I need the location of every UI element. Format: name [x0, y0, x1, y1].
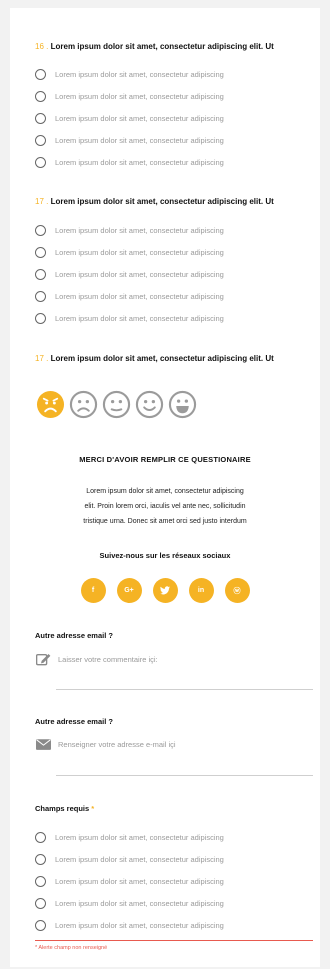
error-message: * Alerte champ non renseigné [35, 945, 108, 951]
twitter-icon[interactable] [152, 578, 178, 603]
question-16-title: 16 . Lorem ipsum dolor sit amet, consect… [35, 42, 274, 51]
radio-option-label: Lorem ipsum dolor sit amet, consectetur … [55, 854, 224, 864]
radio-button[interactable] [35, 268, 46, 280]
comment-field[interactable]: Laisser votre commentaire içi: [36, 652, 158, 666]
required-section-title: Champs requis * [35, 804, 94, 813]
radio-option-label: Lorem ipsum dolor sit amet, consectetur … [55, 157, 224, 167]
radio-button[interactable] [35, 90, 46, 102]
radio-button[interactable] [35, 112, 46, 124]
radio-option[interactable]: Lorem ipsum dolor sit amet, consectetur … [35, 89, 224, 103]
twitter-bird-glyph [160, 586, 170, 595]
radio-button[interactable] [35, 312, 46, 324]
required-marker: * [91, 804, 95, 813]
envelope-icon [36, 739, 51, 750]
edit-icon [36, 653, 51, 666]
radio-option[interactable]: Lorem ipsum dolor sit amet, consectetur … [35, 133, 224, 147]
sad-icon[interactable] [69, 390, 98, 419]
radio-option[interactable]: Lorem ipsum dolor sit amet, consectetur … [35, 111, 224, 125]
radio-option-label: Lorem ipsum dolor sit amet, consectetur … [55, 135, 224, 145]
radio-option-label: Lorem ipsum dolor sit amet, consectetur … [55, 832, 224, 842]
weibo-icon[interactable]: ⓦ [224, 578, 250, 603]
radio-option[interactable]: Lorem ipsum dolor sit amet, consectetur … [35, 852, 224, 866]
radio-option[interactable]: Lorem ipsum dolor sit amet, consectetur … [35, 874, 224, 888]
thanks-line: tristique urna. Donec sit amet orci sed … [83, 518, 247, 525]
radio-option[interactable]: Lorem ipsum dolor sit amet, consectetur … [35, 311, 224, 325]
radio-option-label: Lorem ipsum dolor sit amet, consectetur … [55, 313, 224, 323]
radio-option-label: Lorem ipsum dolor sit amet, consectetur … [55, 91, 224, 101]
radio-button[interactable] [35, 831, 46, 843]
radio-option-label: Lorem ipsum dolor sit amet, consectetur … [55, 269, 224, 279]
error-underline [35, 940, 313, 941]
radio-option[interactable]: Lorem ipsum dolor sit amet, consectetur … [35, 267, 224, 281]
radio-option[interactable]: Lorem ipsum dolor sit amet, consectetur … [35, 223, 224, 237]
linkedin-icon[interactable]: in [188, 578, 214, 603]
radio-option[interactable]: Lorem ipsum dolor sit amet, consectetur … [35, 896, 224, 910]
email-placeholder: Renseigner votre adresse e-mail içi [58, 740, 176, 749]
thanks-paragraph: Lorem ipsum dolor sit amet, consectetur … [10, 484, 320, 529]
very-happy-icon[interactable] [168, 390, 197, 419]
radio-button[interactable] [35, 68, 46, 80]
question-text: Lorem ipsum dolor sit amet, consectetur … [50, 354, 274, 363]
radio-option-label: Lorem ipsum dolor sit amet, consectetur … [55, 69, 224, 79]
radio-option-label: Lorem ipsum dolor sit amet, consectetur … [55, 225, 224, 235]
radio-option-label: Lorem ipsum dolor sit amet, consectetur … [55, 291, 224, 301]
question-17-rating-title: 17 . Lorem ipsum dolor sit amet, consect… [35, 354, 274, 363]
very-unhappy-icon[interactable] [36, 390, 65, 419]
social-links: f G+ in ⓦ [10, 578, 320, 603]
radio-button[interactable] [35, 246, 46, 258]
radio-option[interactable]: Lorem ipsum dolor sit amet, consectetur … [35, 67, 224, 81]
question-number-separator: . [46, 354, 49, 363]
thanks-line: Lorem ipsum dolor sit amet, consectetur … [86, 488, 244, 495]
radio-option[interactable]: Lorem ipsum dolor sit amet, consectetur … [35, 830, 224, 844]
google-plus-icon[interactable]: G+ [116, 578, 142, 603]
comment-section-title: Autre adresse email ? [35, 631, 113, 640]
question-text: Lorem ipsum dolor sit amet, consectetur … [50, 42, 274, 51]
question-number: 17 [35, 354, 44, 363]
email-section-title: Autre adresse email ? [35, 717, 113, 726]
radio-button[interactable] [35, 875, 46, 887]
email-field[interactable]: Renseigner votre adresse e-mail içi [36, 739, 176, 750]
neutral-icon[interactable] [102, 390, 131, 419]
radio-option[interactable]: Lorem ipsum dolor sit amet, consectetur … [35, 245, 224, 259]
radio-button[interactable] [35, 919, 46, 931]
radio-button[interactable] [35, 897, 46, 909]
radio-option[interactable]: Lorem ipsum dolor sit amet, consectetur … [35, 155, 224, 169]
radio-option-label: Lorem ipsum dolor sit amet, consectetur … [55, 113, 224, 123]
radio-button[interactable] [35, 134, 46, 146]
radio-option[interactable]: Lorem ipsum dolor sit amet, consectetur … [35, 289, 224, 303]
happy-icon[interactable] [135, 390, 164, 419]
thanks-title: MERCI D'AVOIR REMPLIR CE QUESTIONAIRE [79, 455, 251, 464]
question-number-separator: . [46, 197, 49, 206]
smiley-rating [36, 390, 197, 419]
question-number-separator: . [46, 42, 49, 51]
social-title: Suivez-nous sur les réseaux sociaux [99, 551, 231, 560]
question-17-title: 17 . Lorem ipsum dolor sit amet, consect… [35, 197, 274, 206]
radio-option-label: Lorem ipsum dolor sit amet, consectetur … [55, 876, 224, 886]
radio-button[interactable] [35, 853, 46, 865]
email-underline [56, 775, 313, 776]
radio-option-label: Lorem ipsum dolor sit amet, consectetur … [55, 920, 224, 930]
radio-option-label: Lorem ipsum dolor sit amet, consectetur … [55, 898, 224, 908]
question-number: 17 [35, 197, 44, 206]
radio-option-label: Lorem ipsum dolor sit amet, consectetur … [55, 247, 224, 257]
radio-button[interactable] [35, 290, 46, 302]
facebook-icon[interactable]: f [80, 578, 106, 603]
radio-button[interactable] [35, 156, 46, 168]
comment-underline [56, 689, 313, 690]
comment-placeholder: Laisser votre commentaire içi: [58, 654, 158, 664]
question-text: Lorem ipsum dolor sit amet, consectetur … [50, 197, 274, 206]
radio-option[interactable]: Lorem ipsum dolor sit amet, consectetur … [35, 918, 224, 932]
thanks-line: elit. Proin lorem orci, iaculis vel ante… [84, 503, 246, 510]
survey-page: 16 . Lorem ipsum dolor sit amet, consect… [10, 8, 320, 967]
radio-button[interactable] [35, 224, 46, 236]
required-title-text: Champs requis [35, 804, 90, 813]
question-number: 16 [35, 42, 44, 51]
